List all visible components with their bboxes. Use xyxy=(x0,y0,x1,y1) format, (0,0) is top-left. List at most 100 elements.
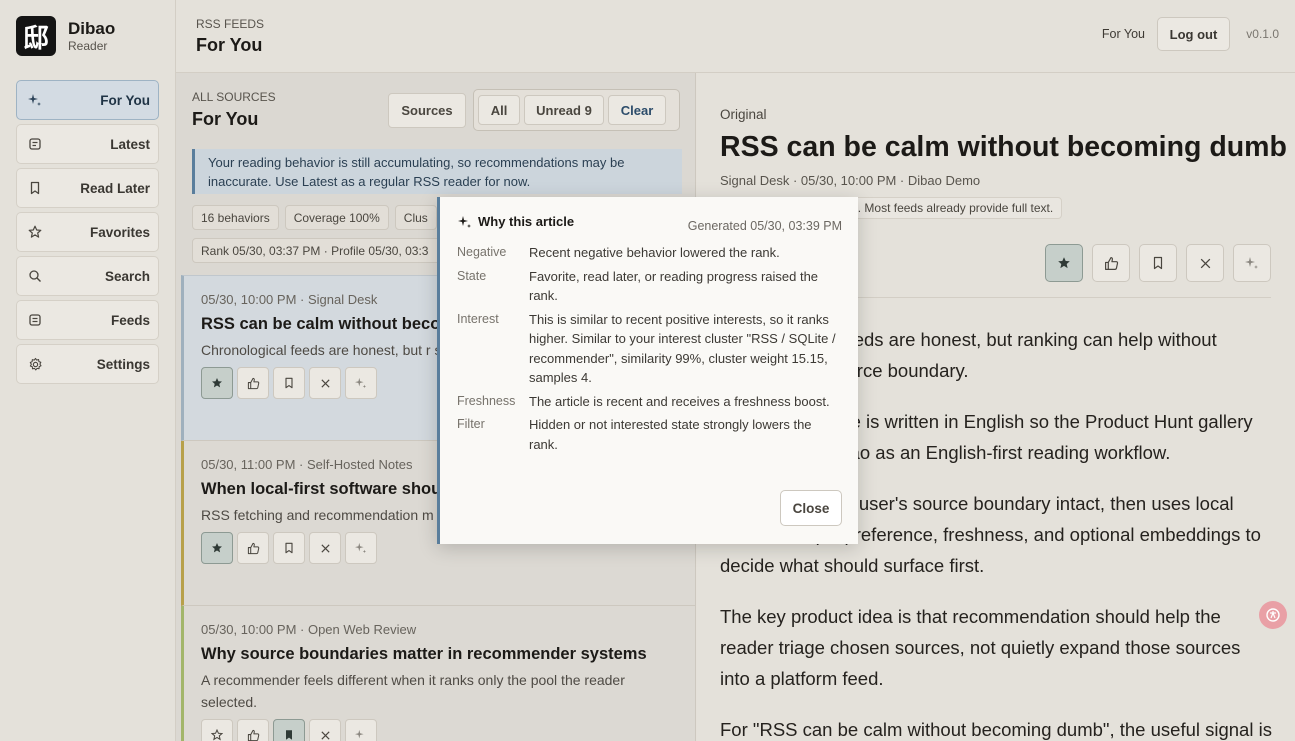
bookmark-icon xyxy=(285,377,293,389)
thumbs-up-icon xyxy=(247,377,259,389)
app-subtitle: Reader xyxy=(68,38,108,53)
article-summary: A recommender feels different when it ra… xyxy=(201,672,625,710)
sparkle-icon xyxy=(355,377,367,389)
close-icon xyxy=(1200,258,1210,268)
sparkle-icon xyxy=(355,542,367,554)
document-icon xyxy=(27,136,43,152)
app-name: Dibao xyxy=(68,18,116,38)
sidebar-item-label: Feeds xyxy=(110,312,150,328)
like-button[interactable] xyxy=(237,532,269,564)
close-icon xyxy=(320,730,330,740)
app-logo: 邸 xyxy=(16,16,56,56)
popover-header: Why this article xyxy=(458,214,574,229)
thumbs-up-icon xyxy=(247,542,259,554)
search-icon xyxy=(27,268,43,284)
explanation-list: Negative Recent negative behavior lowere… xyxy=(457,243,843,458)
top-header: RSS FEEDS For You For You Log out v0.1.0 xyxy=(176,0,1295,73)
sparkle-icon xyxy=(355,729,364,739)
reader-actions xyxy=(1045,244,1271,282)
explanation-row: Negative Recent negative behavior lowere… xyxy=(457,243,843,263)
sidebar-item-search[interactable]: Search xyxy=(16,256,159,296)
sidebar-item-label: For You xyxy=(100,92,150,108)
why-this-button[interactable] xyxy=(345,367,377,399)
sidebar-item-label: Search xyxy=(104,268,150,284)
article-paragraph: For "RSS can be calm without becoming du… xyxy=(720,719,1272,740)
sparkle-icon xyxy=(1245,257,1258,269)
why-this-article-popover: Why this article Generated 05/30, 03:39 … xyxy=(437,197,858,544)
sidebar-item-read-later[interactable]: Read Later xyxy=(16,168,159,208)
explanation-value: Favorite, read later, or reading progres… xyxy=(529,268,819,304)
popover-title: Why this article xyxy=(478,214,575,229)
bookmark-icon xyxy=(27,180,43,196)
brand[interactable]: 邸 Dibao Reader xyxy=(16,16,115,56)
not-interested-button[interactable] xyxy=(309,532,341,564)
sidebar-item-for-you[interactable]: For You xyxy=(16,80,159,120)
favorite-button[interactable] xyxy=(1045,244,1083,282)
gear-icon xyxy=(27,356,43,372)
sidebar-item-latest[interactable]: Latest xyxy=(16,124,159,164)
translate-icon[interactable] xyxy=(1259,601,1287,629)
explanation-row: Freshness The article is recent and rece… xyxy=(457,392,843,412)
favorite-button[interactable] xyxy=(201,532,233,564)
filter-all-button[interactable]: All xyxy=(478,95,520,125)
sidebar-item-label: Read Later xyxy=(80,180,150,196)
sidebar-item-settings[interactable]: Settings xyxy=(16,344,159,384)
why-this-button[interactable] xyxy=(345,532,377,564)
why-this-button[interactable] xyxy=(345,719,377,741)
favorite-button[interactable] xyxy=(201,719,233,741)
explanation-row: State Favorite, read later, or reading p… xyxy=(457,267,843,306)
close-icon xyxy=(320,543,330,553)
article-row[interactable]: 05/30, 10:00 PM · Open Web Review Why so… xyxy=(181,606,695,741)
star-icon xyxy=(27,224,43,240)
read-later-button[interactable] xyxy=(273,719,305,741)
favorite-button[interactable] xyxy=(201,367,233,399)
article-paragraph: The key product idea is that recommendat… xyxy=(720,606,1241,689)
star-filled-icon xyxy=(212,543,222,553)
version-label: v0.1.0 xyxy=(1246,27,1279,41)
like-button[interactable] xyxy=(1092,244,1130,282)
filter-clear-button[interactable]: Clear xyxy=(608,95,666,125)
explanation-value: Recent negative behavior lowered the ran… xyxy=(529,245,780,260)
explanation-row: Interest This is similar to recent posit… xyxy=(457,310,843,388)
read-later-button[interactable] xyxy=(273,367,305,399)
explanation-value: The article is recent and receives a fre… xyxy=(529,393,830,409)
read-later-button[interactable] xyxy=(273,532,305,564)
filter-segment: All Unread 9 Clear xyxy=(473,89,680,131)
like-button[interactable] xyxy=(237,719,269,741)
sparkle-icon xyxy=(27,92,43,108)
popover-generated-time: Generated 05/30, 03:39 PM xyxy=(687,219,842,233)
sidebar-item-favorites[interactable]: Favorites xyxy=(16,212,159,252)
star-filled-icon xyxy=(1058,257,1070,269)
bookmark-icon xyxy=(285,542,293,554)
sidebar-item-feeds[interactable]: Feeds xyxy=(16,300,159,340)
header-for-you-link[interactable]: For You xyxy=(1102,27,1145,41)
close-button[interactable]: Close xyxy=(780,490,842,526)
not-interested-button[interactable] xyxy=(309,719,341,741)
star-filled-icon xyxy=(212,378,222,388)
article-byline: Signal Desk · 05/30, 10:00 PM · Dibao De… xyxy=(720,173,981,188)
page-title: For You xyxy=(196,35,263,55)
sources-button[interactable]: Sources xyxy=(388,93,466,128)
header-eyebrow: RSS FEEDS xyxy=(196,17,265,31)
stat-chip: 16 behaviors xyxy=(192,205,279,230)
cold-start-notice: Your reading behavior is still accumulat… xyxy=(192,149,682,194)
like-button[interactable] xyxy=(237,367,269,399)
list-title: For You xyxy=(192,109,259,129)
explanation-row: Filter Hidden or not interested state st… xyxy=(457,415,843,454)
sidebar-item-label: Settings xyxy=(96,356,150,372)
bookmark-filled-icon xyxy=(286,730,292,740)
filter-unread-button[interactable]: Unread 9 xyxy=(524,95,604,125)
thumbs-up-icon xyxy=(1104,256,1118,270)
list-eyebrow: ALL SOURCES xyxy=(192,90,276,104)
why-this-button[interactable] xyxy=(1233,244,1271,282)
article-actions xyxy=(201,719,695,741)
not-interested-button[interactable] xyxy=(1186,244,1224,282)
explanation-key: Freshness xyxy=(457,393,516,408)
read-later-button[interactable] xyxy=(1139,244,1177,282)
article-title[interactable]: Why source boundaries matter in recommen… xyxy=(201,642,695,666)
logout-button[interactable]: Log out xyxy=(1157,17,1230,51)
original-label[interactable]: Original xyxy=(720,107,767,122)
feeds-icon xyxy=(27,312,43,328)
sidebar-item-label: Favorites xyxy=(89,224,150,240)
not-interested-button[interactable] xyxy=(309,367,341,399)
